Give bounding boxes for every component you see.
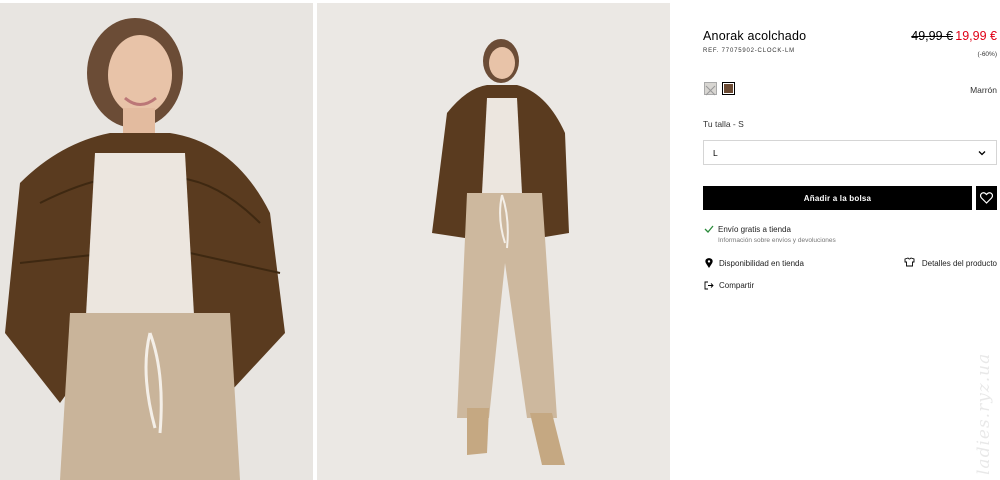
color-swatch-brown[interactable] [722,82,735,95]
location-pin-icon [705,258,713,268]
product-photo-closeup[interactable] [0,3,313,480]
product-reference: REF. 77075902-CLOCK-LM [703,48,795,54]
wishlist-button[interactable] [976,186,997,210]
size-label: Tu talla - S [703,119,744,129]
product-title: Anorak acolchado [703,29,807,43]
hanger-icon [904,257,915,267]
heart-icon [980,192,993,204]
watermark-text: ladies.ryz.ua [974,352,994,475]
unavailable-cross-icon [705,85,716,96]
discount-badge: (-60%) [977,51,997,58]
color-swatch-grey[interactable] [704,82,717,96]
store-availability-link[interactable]: Disponibilidad en tienda [719,259,804,268]
share-icon [704,281,714,290]
size-dropdown[interactable]: L [703,140,997,165]
add-to-bag-button[interactable]: Añadir a la bolsa [703,186,972,210]
product-info-panel: Anorak acolchado REF. 77075902-CLOCK-LM … [703,0,997,480]
chevron-down-icon [978,151,986,156]
share-link[interactable]: Compartir [719,281,754,290]
product-photo-fullbody[interactable] [317,3,670,480]
sale-price: 19,99 € [955,29,997,43]
original-price: 49,99 € [911,29,953,43]
product-gallery [0,0,670,480]
check-icon [704,225,714,233]
free-shipping-text: Envío gratis a tienda [718,225,791,234]
product-details-link[interactable]: Detalles del producto [922,259,997,268]
size-selected-value: L [713,148,718,158]
selected-color-name: Marrón [970,85,997,95]
shipping-info-link[interactable]: Información sobre envíos y devoluciones [718,237,836,244]
